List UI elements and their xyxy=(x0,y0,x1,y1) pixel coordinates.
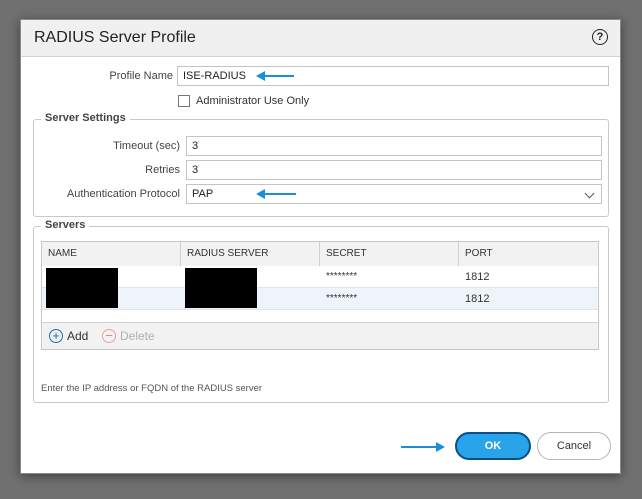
arrow-right-icon xyxy=(401,442,445,452)
row-port-cell: 1812 xyxy=(465,293,490,305)
minus-circle-icon: − xyxy=(102,329,116,343)
servers-table-header: NAME RADIUS SERVER SECRET PORT xyxy=(42,242,598,267)
table-row[interactable]: ******** 1812 xyxy=(42,288,598,310)
retries-label: Retries xyxy=(145,164,180,176)
server-settings-group: Server Settings Timeout (sec) 3 Retries … xyxy=(33,112,609,217)
row-secret-cell: ******** xyxy=(326,271,358,282)
servers-table: NAME RADIUS SERVER SECRET PORT ******** … xyxy=(41,241,599,350)
column-header-port[interactable]: PORT xyxy=(459,242,598,266)
dialog-titlebar: RADIUS Server Profile ? xyxy=(21,20,620,57)
timeout-input[interactable]: 3 xyxy=(186,136,602,156)
arrow-left-icon xyxy=(256,189,296,199)
profile-name-input[interactable]: ISE-RADIUS xyxy=(177,66,609,86)
servers-group: Servers NAME RADIUS SERVER SECRET PORT *… xyxy=(33,219,609,403)
servers-table-toolbar: + Add − Delete xyxy=(42,322,598,349)
plus-circle-icon[interactable]: + xyxy=(49,329,63,343)
profile-name-label: Profile Name xyxy=(109,70,173,82)
column-header-radius-server[interactable]: RADIUS SERVER xyxy=(181,242,320,266)
cancel-button[interactable]: Cancel xyxy=(537,432,611,460)
column-header-secret[interactable]: SECRET xyxy=(320,242,459,266)
redaction-block xyxy=(46,268,118,308)
row-port-cell: 1812 xyxy=(465,271,490,283)
column-header-name[interactable]: NAME xyxy=(42,242,181,266)
servers-legend: Servers xyxy=(41,219,90,231)
auth-protocol-value: PAP xyxy=(192,188,214,200)
auth-protocol-label: Authentication Protocol xyxy=(66,188,180,200)
servers-hint: Enter the IP address or FQDN of the RADI… xyxy=(41,383,263,394)
help-icon[interactable]: ? xyxy=(592,29,608,45)
redaction-block xyxy=(185,268,257,308)
arrow-left-icon xyxy=(256,71,294,81)
dialog-title: RADIUS Server Profile xyxy=(34,29,196,46)
timeout-label: Timeout (sec) xyxy=(113,140,180,152)
auth-protocol-select[interactable]: PAP xyxy=(186,184,602,204)
table-row[interactable]: ******** 1812 xyxy=(42,266,598,288)
row-secret-cell: ******** xyxy=(326,293,358,304)
retries-input[interactable]: 3 xyxy=(186,160,602,180)
server-settings-legend: Server Settings xyxy=(41,112,130,124)
delete-button: Delete xyxy=(120,329,155,343)
radius-server-profile-dialog: RADIUS Server Profile ? Profile Name ISE… xyxy=(20,19,621,474)
chevron-down-icon xyxy=(584,188,595,199)
add-button[interactable]: Add xyxy=(67,329,88,343)
ok-button[interactable]: OK xyxy=(455,432,531,460)
admin-use-only-checkbox[interactable] xyxy=(178,95,190,107)
admin-use-only-label: Administrator Use Only xyxy=(196,95,310,107)
